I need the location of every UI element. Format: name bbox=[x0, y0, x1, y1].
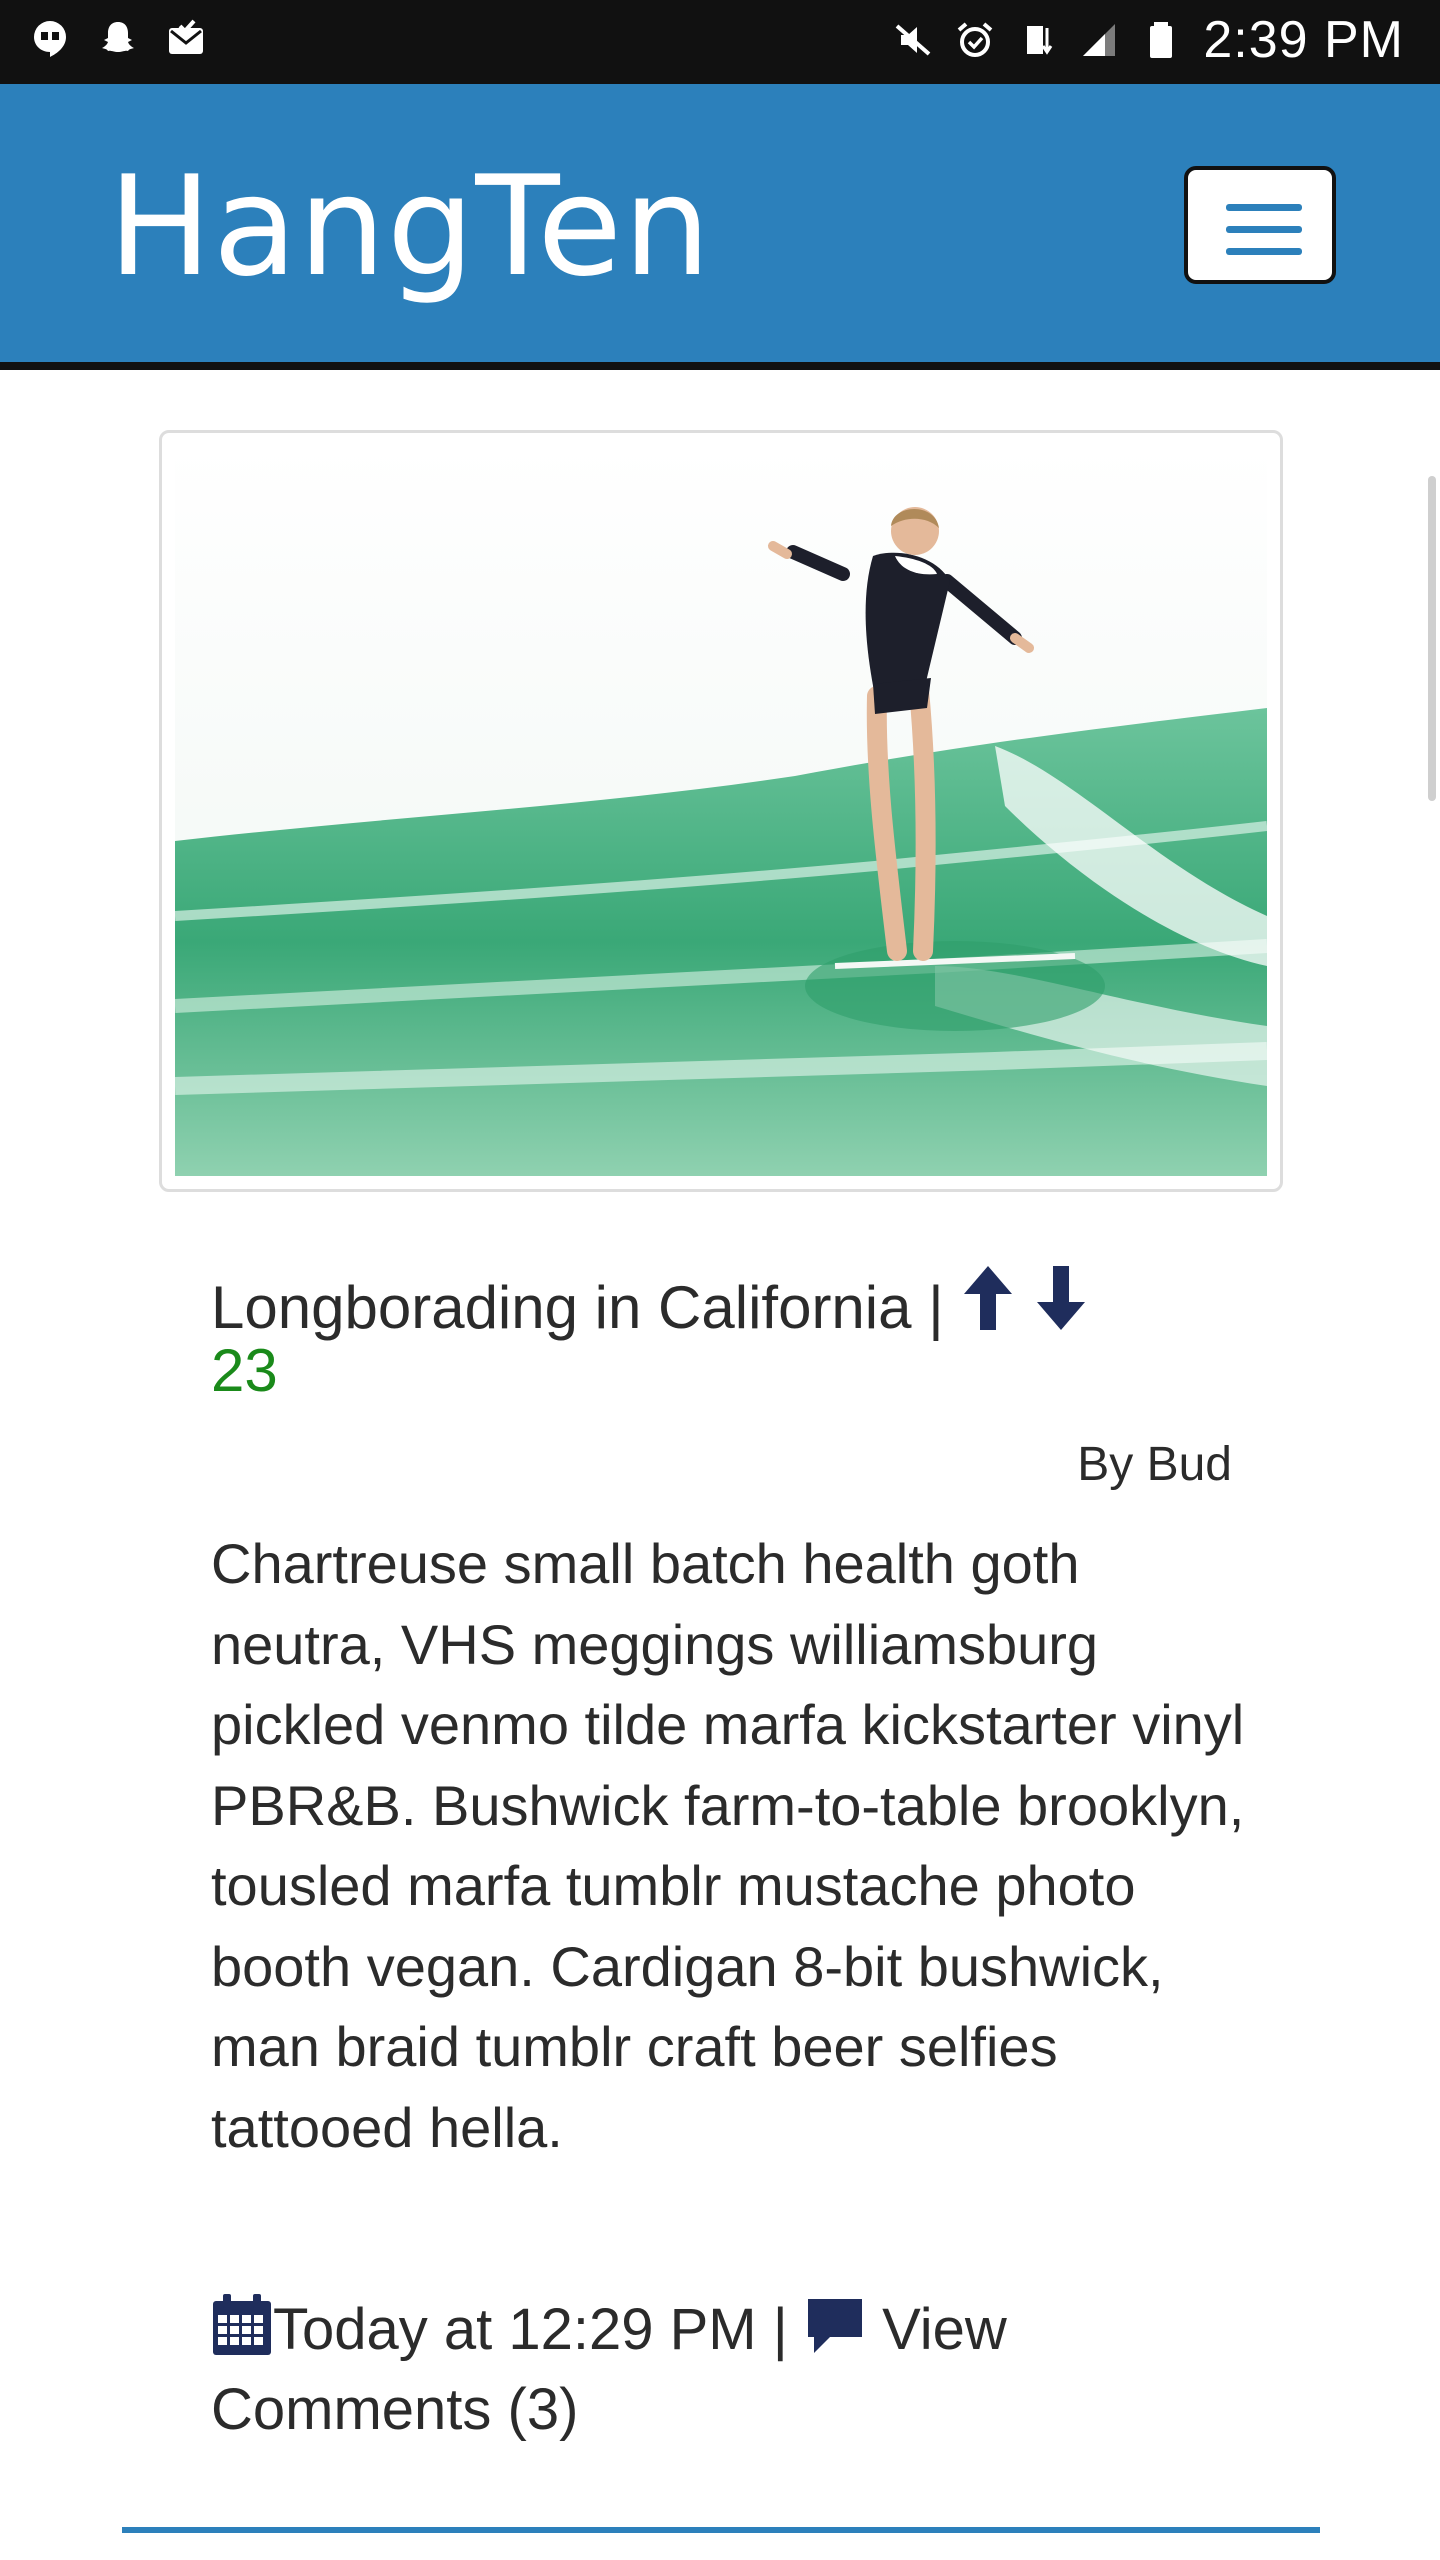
system-icons: 2:39 PM bbox=[893, 10, 1404, 70]
post-meta: Today at 12:29 PM | View Comments (3) bbox=[211, 2290, 1251, 2450]
status-bar: 2:39 PM bbox=[0, 0, 1440, 84]
alarm-icon bbox=[958, 22, 993, 57]
battery-icon bbox=[1150, 22, 1173, 58]
menu-toggle-button[interactable] bbox=[1184, 166, 1336, 284]
upvote-arrow-icon[interactable] bbox=[960, 1262, 1016, 1334]
navbar: HangTen bbox=[0, 84, 1440, 370]
hamburger-menu-icon bbox=[1226, 226, 1302, 233]
comment-bubble-icon bbox=[807, 2299, 862, 2353]
title-separator: | bbox=[911, 1274, 961, 1341]
calendar-icon bbox=[213, 2294, 271, 2355]
post-title-row: Longborading in California | bbox=[211, 1262, 1211, 1343]
mute-icon bbox=[896, 24, 931, 56]
post-score: 23 bbox=[211, 1337, 278, 1404]
downvote-arrow-icon[interactable] bbox=[1033, 1262, 1089, 1334]
post-title[interactable]: Longborading in California bbox=[211, 1274, 912, 1341]
post-image bbox=[159, 430, 1283, 1192]
notification-icons bbox=[30, 18, 206, 58]
hamburger-menu-icon bbox=[1226, 204, 1302, 211]
page-scrollbar[interactable] bbox=[1428, 476, 1436, 801]
post-timestamp: Today at 12:29 PM bbox=[273, 2297, 757, 2362]
mail-icon bbox=[169, 19, 203, 54]
snapchat-icon bbox=[102, 22, 134, 52]
brand-logo[interactable]: HangTen bbox=[108, 146, 712, 307]
lte-icon bbox=[1027, 26, 1053, 55]
status-time: 2:39 PM bbox=[1203, 11, 1404, 69]
post-body: Chartreuse small batch health goth neutr… bbox=[211, 1532, 1245, 2159]
post-author: By Bud bbox=[1077, 1438, 1232, 1491]
meta-separator: | bbox=[756, 2297, 804, 2362]
signal-icon bbox=[1083, 24, 1116, 56]
hangouts-icon bbox=[34, 21, 66, 57]
post-divider bbox=[122, 2527, 1320, 2533]
hamburger-menu-icon bbox=[1226, 248, 1302, 255]
surfer-photo bbox=[175, 446, 1267, 1176]
